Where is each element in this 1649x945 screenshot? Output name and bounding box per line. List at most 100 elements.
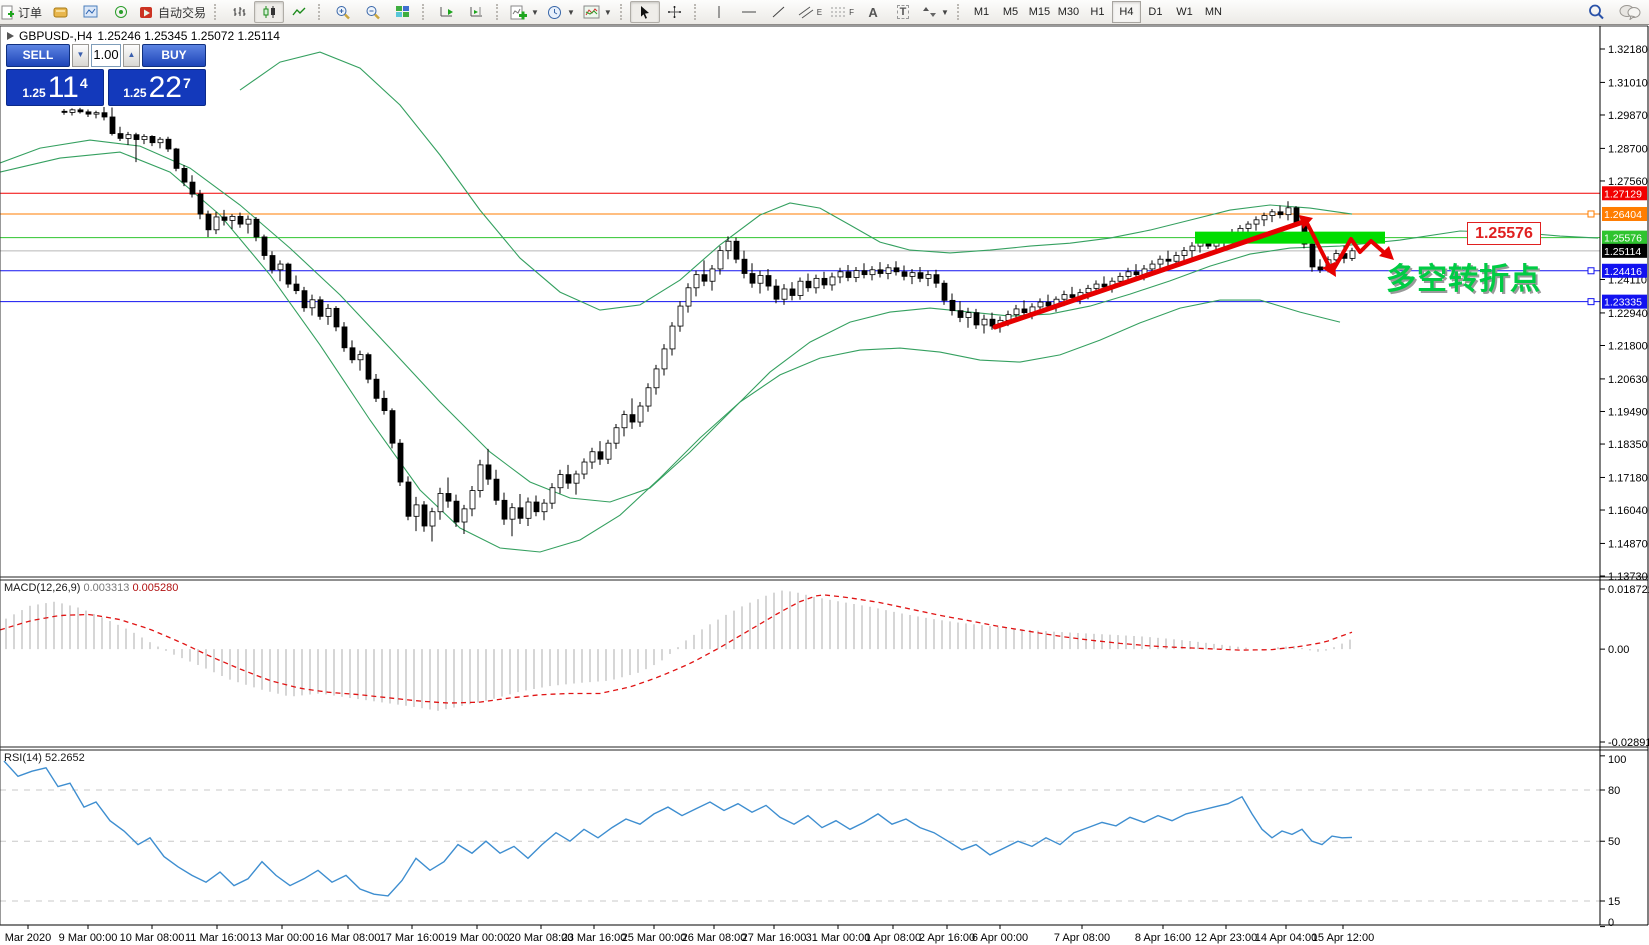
- buy-price-pip: 7: [182, 75, 191, 91]
- zoom-out-button[interactable]: [358, 1, 388, 23]
- candle-body: [69, 109, 76, 113]
- candle-body: [709, 268, 716, 282]
- turning-point-annotation[interactable]: 多空转折点: [1386, 254, 1541, 298]
- cursor-arrow-icon: [640, 6, 649, 19]
- time-label: 13 Mar 00:00: [250, 932, 315, 944]
- autotrade-button[interactable]: 自动交易: [136, 1, 210, 23]
- candle-body: [1013, 308, 1020, 316]
- candle-body: [685, 287, 692, 307]
- timeframe-w1[interactable]: W1: [1170, 1, 1199, 23]
- zoom-in-button[interactable]: [328, 1, 358, 23]
- price-tick-label: 1.31010: [1608, 77, 1648, 89]
- timeframe-m30[interactable]: M30: [1054, 1, 1083, 23]
- rsi-tick-label: 100: [1608, 754, 1626, 766]
- one-click-trading-panel: SELL ▼ 1.00 ▲ BUY 1.25 11 4 1.25 22 7: [6, 44, 206, 106]
- candle-body: [365, 354, 372, 380]
- timeframe-m1[interactable]: M1: [967, 1, 996, 23]
- chart-ohlc-values: 1.25246 1.25345 1.25072 1.25114: [97, 29, 280, 43]
- candle-body: [621, 414, 628, 429]
- candle-body: [909, 272, 916, 277]
- new-order-icon: [1, 5, 14, 19]
- time-label: 9 Mar 00:00: [59, 932, 118, 944]
- arrows-button[interactable]: ▼: [918, 1, 953, 23]
- text-button[interactable]: A: [858, 1, 888, 23]
- time-label: 6 Apr 00:00: [972, 932, 1028, 944]
- chart-title: GBPUSD-,H4 1.25246 1.25345 1.25072 1.251…: [7, 29, 280, 43]
- line-chart-button[interactable]: [284, 1, 314, 23]
- timeframe-mn[interactable]: MN: [1199, 1, 1228, 23]
- candle-body: [597, 451, 604, 460]
- market-watch-button[interactable]: [46, 1, 76, 23]
- timeframe-m15[interactable]: M15: [1025, 1, 1054, 23]
- price-note-textbox[interactable]: 1.25576: [1467, 222, 1541, 245]
- candle-body: [757, 275, 764, 284]
- timeframe-m5[interactable]: M5: [996, 1, 1025, 23]
- macd-tick-label: 0.00: [1608, 644, 1629, 656]
- cursor-button[interactable]: [629, 1, 660, 23]
- trendline-button[interactable]: [764, 1, 794, 23]
- auto-scroll-button[interactable]: [432, 1, 462, 23]
- candle-body: [677, 305, 684, 327]
- toolbar-grip: [619, 4, 626, 20]
- periods-button[interactable]: ▼: [543, 1, 579, 23]
- candle-body: [549, 487, 556, 504]
- text-label-button[interactable]: T: [888, 1, 918, 23]
- chart-shift-button[interactable]: [462, 1, 492, 23]
- candle-body: [333, 307, 340, 328]
- equidistant-channel-button[interactable]: E: [794, 1, 826, 23]
- chat-icon[interactable]: [1619, 4, 1641, 20]
- search-icon[interactable]: [1588, 4, 1605, 20]
- sell-button[interactable]: SELL: [6, 44, 70, 67]
- horizontal-line-button[interactable]: [734, 1, 764, 23]
- candle-body: [765, 275, 772, 287]
- candle-body: [253, 218, 260, 238]
- indicators-button[interactable]: ▼: [579, 1, 616, 23]
- candlestick-chart-button[interactable]: [254, 1, 285, 23]
- volume-input[interactable]: 1.00: [91, 44, 121, 67]
- chart-shift-icon: [470, 7, 483, 17]
- sell-price-box[interactable]: 1.25 11 4: [6, 69, 104, 106]
- buy-button[interactable]: BUY: [142, 44, 206, 67]
- candle-body: [157, 138, 164, 144]
- new-chart-button[interactable]: ▼: [506, 1, 543, 23]
- macd-main-value: 0.003313: [83, 582, 130, 594]
- timeframe-h4[interactable]: H4: [1111, 1, 1141, 23]
- timeframe-d1[interactable]: D1: [1141, 1, 1170, 23]
- time-label: 1 Apr 08:00: [865, 932, 921, 944]
- candlestick-icon: [263, 6, 275, 18]
- strategy-signal-button[interactable]: [106, 1, 136, 23]
- line-handle[interactable]: [1587, 298, 1595, 306]
- candle-body: [733, 240, 740, 260]
- sell-price-pip: 4: [79, 75, 88, 91]
- candle-body: [1189, 245, 1196, 252]
- tile-windows-button[interactable]: [388, 1, 418, 23]
- crosshair-button[interactable]: [660, 1, 690, 23]
- candle-body: [1093, 283, 1100, 289]
- price-badge-label: 1.27129: [1604, 188, 1642, 200]
- candle-body: [1069, 294, 1076, 298]
- vertical-line-button[interactable]: [704, 1, 734, 23]
- buy-price-box[interactable]: 1.25 22 7: [108, 69, 206, 106]
- data-window-button[interactable]: [76, 1, 106, 23]
- bar-chart-button[interactable]: [224, 1, 254, 23]
- price-tick-label: 1.22940: [1608, 308, 1648, 320]
- fibonacci-button[interactable]: F: [826, 1, 858, 23]
- timeframe-group: M1 M5 M15 M30 H1 H4 D1 W1 MN: [967, 1, 1228, 23]
- candle-body: [941, 282, 948, 301]
- rsi-value: 52.2652: [44, 752, 85, 764]
- line-handle[interactable]: [1587, 210, 1595, 218]
- volume-decrease-stepper[interactable]: ▼: [72, 44, 89, 67]
- candle-body: [357, 354, 364, 361]
- chart-canvas[interactable]: 1.321801.310101.298701.287001.275601.241…: [0, 0, 1649, 945]
- candle-body: [413, 504, 420, 517]
- text-icon: A: [868, 4, 878, 20]
- support-zone-bar[interactable]: [1195, 231, 1385, 244]
- vertical-line-icon: [718, 6, 720, 18]
- new-order-button[interactable]: 订单: [0, 1, 46, 23]
- candle-body: [949, 299, 956, 312]
- candle-body: [629, 414, 636, 423]
- price-tick-label: 1.21800: [1608, 340, 1648, 352]
- line-handle[interactable]: [1587, 267, 1595, 275]
- timeframe-h1[interactable]: H1: [1083, 1, 1112, 23]
- volume-increase-stepper[interactable]: ▲: [123, 44, 140, 67]
